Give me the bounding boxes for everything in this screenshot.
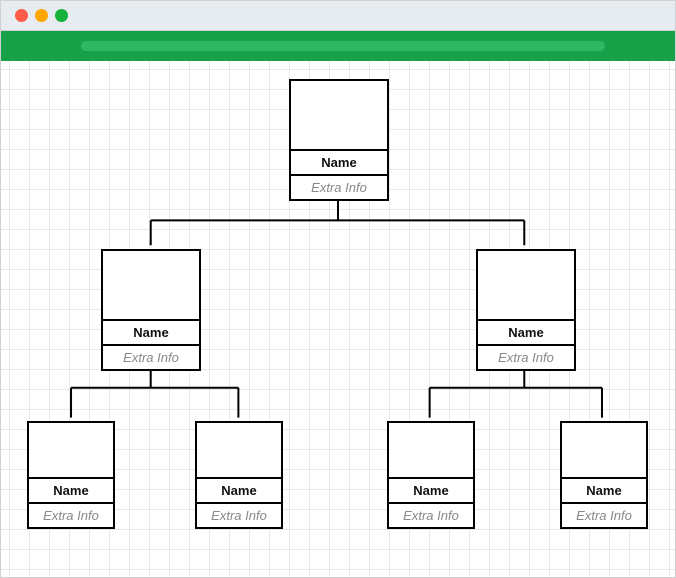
node-name: Name bbox=[291, 151, 387, 176]
node-extra: Extra Info bbox=[389, 504, 473, 527]
node-photo-placeholder bbox=[389, 423, 473, 479]
node-name: Name bbox=[478, 321, 574, 346]
node-extra: Extra Info bbox=[478, 346, 574, 369]
window-close-dot[interactable] bbox=[15, 9, 28, 22]
window-zoom-dot[interactable] bbox=[55, 9, 68, 22]
diagram-canvas[interactable]: Name Extra Info Name Extra Info Name Ext… bbox=[1, 61, 675, 577]
window-minimize-dot[interactable] bbox=[35, 9, 48, 22]
node-extra: Extra Info bbox=[103, 346, 199, 369]
node-name: Name bbox=[29, 479, 113, 504]
node-photo-placeholder bbox=[197, 423, 281, 479]
org-node-left-right[interactable]: Name Extra Info bbox=[195, 421, 283, 529]
node-photo-placeholder bbox=[291, 81, 387, 151]
org-node-left-left[interactable]: Name Extra Info bbox=[27, 421, 115, 529]
node-extra: Extra Info bbox=[291, 176, 387, 199]
node-photo-placeholder bbox=[562, 423, 646, 479]
node-extra: Extra Info bbox=[197, 504, 281, 527]
ribbon-placeholder bbox=[81, 41, 605, 51]
node-extra: Extra Info bbox=[562, 504, 646, 527]
ribbon-bar bbox=[1, 31, 675, 61]
node-extra: Extra Info bbox=[29, 504, 113, 527]
node-name: Name bbox=[562, 479, 646, 504]
org-node-left[interactable]: Name Extra Info bbox=[101, 249, 201, 371]
app-window: Name Extra Info Name Extra Info Name Ext… bbox=[0, 0, 676, 578]
node-photo-placeholder bbox=[103, 251, 199, 321]
node-photo-placeholder bbox=[478, 251, 574, 321]
org-node-right[interactable]: Name Extra Info bbox=[476, 249, 576, 371]
node-photo-placeholder bbox=[29, 423, 113, 479]
org-node-right-right[interactable]: Name Extra Info bbox=[560, 421, 648, 529]
node-name: Name bbox=[197, 479, 281, 504]
org-node-right-left[interactable]: Name Extra Info bbox=[387, 421, 475, 529]
titlebar bbox=[1, 1, 675, 31]
node-name: Name bbox=[389, 479, 473, 504]
node-name: Name bbox=[103, 321, 199, 346]
org-node-root[interactable]: Name Extra Info bbox=[289, 79, 389, 201]
